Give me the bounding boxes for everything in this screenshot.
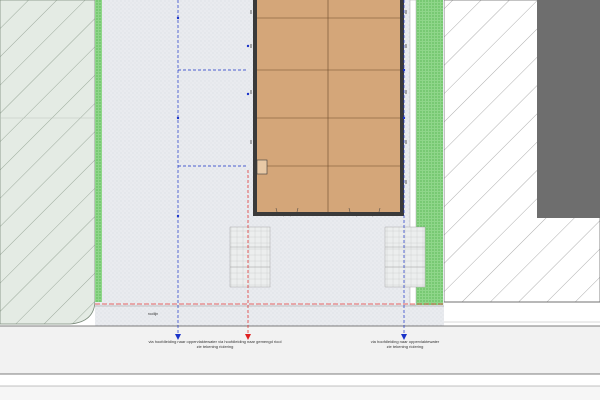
note-left-line2: zie tekening riolering (196, 344, 234, 349)
green-strip-left (95, 0, 102, 302)
neighbor-building (537, 0, 600, 218)
note-left: via hoofdleiding naar oppervlaktewater v… (140, 339, 290, 349)
utility-room (256, 159, 268, 175)
road (0, 326, 600, 374)
note-right-line2: zie tekening riolering (386, 344, 424, 349)
building-floor (257, 0, 400, 212)
paver-area-right (384, 226, 426, 288)
site-label: rooilijn (148, 312, 159, 316)
site-plan-drawing: rooilijn via hoofdleiding naar oppervlak… (0, 0, 600, 400)
left-neighbor-parcel (0, 0, 96, 325)
site-plan-svg (0, 0, 600, 400)
note-right: via hoofdleiding naar oppervlaktewater z… (360, 339, 450, 349)
road-lower-edge (0, 386, 600, 400)
paver-area-left (229, 226, 271, 288)
